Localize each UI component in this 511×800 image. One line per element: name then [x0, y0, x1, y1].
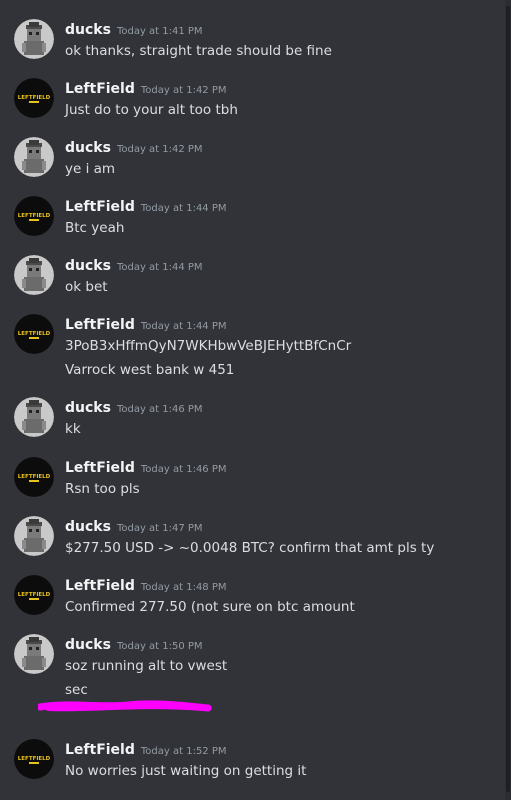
timestamp: Today at 1:46 PM [140, 464, 227, 475]
message-text: No worries just waiting on getting it [65, 763, 307, 779]
author-name[interactable]: ducks [65, 258, 111, 274]
timestamp: Today at 1:50 PM [116, 641, 203, 652]
leftfield-logo-icon[interactable]: LEFTFIELD [14, 739, 54, 779]
message-group[interactable]: LEFTFIELD LeftField Today at 1:46 PM Rsn to… [0, 457, 500, 505]
message-header: ducks Today at 1:42 PM [65, 137, 203, 156]
leftfield-logo-text: LEFTFIELD [18, 95, 51, 101]
message-header: LeftField Today at 1:42 PM [65, 78, 227, 97]
message-header: ducks Today at 1:47 PM [65, 516, 203, 535]
message-text: ok bet [65, 279, 108, 295]
message-text: soz running alt to vwest [65, 658, 228, 674]
message-text: $277.50 USD -> ~0.0048 BTC? confirm that… [65, 540, 435, 556]
message-group[interactable]: LEFTFIELD LeftField Today at 1:42 PM Just d… [0, 78, 500, 126]
message-text: 3PoB3xHffmQyN7WKHbwVeBJEHyttBfCnCr [65, 338, 352, 354]
author-name[interactable]: LeftField [65, 460, 135, 476]
author-name[interactable]: ducks [65, 519, 111, 535]
ducks-avatar-icon[interactable] [14, 634, 54, 674]
message-group[interactable]: LEFTFIELD LeftField Today at 1:48 PM Confir… [0, 575, 500, 623]
ducks-avatar-icon[interactable] [14, 516, 54, 556]
leftfield-logo-icon[interactable]: LEFTFIELD [14, 78, 54, 118]
message-header: LeftField Today at 1:48 PM [65, 575, 227, 594]
leftfield-logo-icon[interactable]: LEFTFIELD [14, 196, 54, 236]
redaction-scribble [38, 700, 212, 712]
message-text: ye i am [65, 161, 116, 177]
timestamp: Today at 1:44 PM [140, 203, 227, 214]
author-name[interactable]: LeftField [65, 742, 135, 758]
timestamp: Today at 1:52 PM [140, 746, 227, 757]
leftfield-logo-icon[interactable]: LEFTFIELD [14, 457, 54, 497]
message-header: ducks Today at 1:46 PM [65, 397, 203, 416]
message-text: ok thanks, straight trade should be fine [65, 43, 332, 59]
message-text: Btc yeah [65, 220, 125, 236]
ducks-avatar-icon[interactable] [14, 255, 54, 295]
message-text: Just do to your alt too tbh [65, 102, 238, 118]
message-group[interactable]: ducks Today at 1:47 PM $277.50 USD -> ~0.0… [0, 516, 500, 564]
message-text: kk [65, 421, 81, 437]
chat-message-list[interactable]: ducks Today at 1:41 PM ok thanks, straight… [0, 0, 511, 800]
message-header: LeftField Today at 1:46 PM [65, 457, 227, 476]
message-header: LeftField Today at 1:52 PM [65, 739, 227, 758]
message-header: ducks Today at 1:50 PM [65, 634, 203, 653]
timestamp: Today at 1:46 PM [116, 404, 203, 415]
ducks-avatar-icon[interactable] [14, 397, 54, 437]
leftfield-logo-icon[interactable]: LEFTFIELD [14, 575, 54, 615]
message-header: ducks Today at 1:44 PM [65, 255, 203, 274]
timestamp: Today at 1:48 PM [140, 582, 227, 593]
message-header: LeftField Today at 1:44 PM [65, 196, 227, 215]
message-group[interactable]: ducks Today at 1:42 PM ye i am [0, 137, 500, 185]
leftfield-logo-text: LEFTFIELD [18, 331, 51, 337]
message-header: ducks Today at 1:41 PM [65, 19, 203, 38]
message-text: Confirmed 277.50 (not sure on btc amount [65, 599, 355, 615]
message-group[interactable]: LEFTFIELD LeftField Today at 1:52 PM No wor… [0, 739, 500, 787]
leftfield-logo-icon[interactable]: LEFTFIELD [14, 314, 54, 354]
author-name[interactable]: ducks [65, 22, 111, 38]
message-group[interactable]: LEFTFIELD LeftField Today at 1:44 PM Btc ye… [0, 196, 500, 244]
author-name[interactable]: LeftField [65, 81, 135, 97]
ducks-avatar-icon[interactable] [14, 137, 54, 177]
timestamp: Today at 1:41 PM [116, 26, 203, 37]
timestamp: Today at 1:47 PM [116, 523, 203, 534]
ducks-avatar-icon[interactable] [14, 19, 54, 59]
message-text: Varrock west bank w 451 [65, 362, 235, 378]
author-name[interactable]: ducks [65, 637, 111, 653]
message-group[interactable]: LEFTFIELD LeftField Today at 1:44 PM 3PoB3x… [0, 314, 500, 386]
message-group[interactable]: ducks Today at 1:41 PM ok thanks, straight… [0, 19, 500, 67]
author-name[interactable]: ducks [65, 140, 111, 156]
timestamp: Today at 1:42 PM [140, 85, 227, 96]
timestamp: Today at 1:42 PM [116, 144, 203, 155]
scrollbar[interactable] [505, 0, 511, 800]
leftfield-logo-text: LEFTFIELD [18, 756, 51, 762]
leftfield-logo-text: LEFTFIELD [18, 474, 51, 480]
author-name[interactable]: LeftField [65, 317, 135, 333]
author-name[interactable]: LeftField [65, 578, 135, 594]
author-name[interactable]: LeftField [65, 199, 135, 215]
leftfield-logo-text: LEFTFIELD [18, 213, 51, 219]
author-name[interactable]: ducks [65, 400, 111, 416]
timestamp: Today at 1:44 PM [116, 262, 203, 273]
message-group[interactable]: ducks Today at 1:44 PM ok bet [0, 255, 500, 303]
leftfield-logo-text: LEFTFIELD [18, 592, 51, 598]
timestamp: Today at 1:44 PM [140, 321, 227, 332]
message-group[interactable]: ducks Today at 1:46 PM kk [0, 397, 500, 445]
message-header: LeftField Today at 1:44 PM [65, 314, 227, 333]
message-text: Rsn too pls [65, 481, 140, 497]
scrollbar-thumb[interactable] [506, 6, 510, 792]
